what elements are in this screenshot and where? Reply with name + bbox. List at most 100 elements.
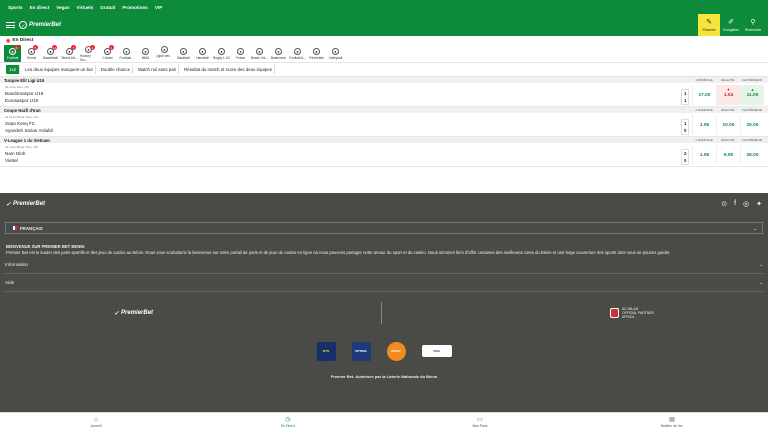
sport-icon: ● bbox=[123, 47, 130, 55]
nav-vegas[interactable]: Vegas bbox=[56, 5, 69, 10]
market-tab[interactable]: 1x2 bbox=[6, 65, 21, 74]
market-tab[interactable]: Double chance bbox=[99, 65, 134, 74]
sport-tab[interactable]: ● Football A... bbox=[289, 45, 306, 62]
register-button[interactable]: ✐ Enregistrer bbox=[720, 14, 742, 36]
nav-free[interactable]: Gratuit bbox=[100, 5, 115, 10]
search-button[interactable]: ⚲ Rechercher bbox=[742, 14, 764, 36]
odds-group: 1.05 9.00 26.00 bbox=[692, 145, 764, 165]
sport-tab[interactable]: ● Tennis 5 bbox=[23, 45, 40, 62]
nav-promotions[interactable]: Promotions bbox=[122, 5, 148, 10]
chevron-down-icon: ⌄ bbox=[759, 279, 763, 285]
odd-button[interactable]: 9.00 bbox=[716, 145, 740, 165]
chevron-down-icon: ⌄ bbox=[753, 225, 757, 231]
pencil-icon: ✎ bbox=[706, 18, 712, 26]
sport-tab[interactable]: ● MMA bbox=[137, 45, 154, 62]
sport-tab[interactable]: ● Ligue des ... bbox=[156, 45, 173, 62]
twitter-icon[interactable]: ✦ bbox=[756, 200, 762, 208]
sport-label: Fléchettes bbox=[309, 55, 324, 60]
away-team: Viettel bbox=[5, 158, 18, 163]
bottom-nav-label: En Direct bbox=[281, 424, 295, 428]
sport-count-badge: 3 bbox=[109, 45, 114, 50]
odd-button[interactable]: 10.00 bbox=[716, 115, 740, 135]
sport-tab[interactable]: ● Baseball bbox=[175, 45, 192, 62]
bottom-nav-my-bets[interactable]: ▭ Mes Paris bbox=[384, 413, 576, 432]
register-label: Enregistrer bbox=[723, 27, 739, 32]
market-tab[interactable]: Match nul sans pari bbox=[136, 65, 180, 74]
nav-vip[interactable]: VIP bbox=[155, 5, 162, 10]
menu-icon[interactable] bbox=[6, 22, 15, 28]
sport-count-badge: 7 bbox=[71, 45, 76, 50]
signup-button[interactable]: ✎ S'inscrire bbox=[698, 14, 720, 36]
match-meta: 2è mi-te Break Time • 80 bbox=[5, 145, 38, 149]
arrow-up-icon: ▲ bbox=[750, 87, 755, 92]
odd-button[interactable]: 1.05 bbox=[692, 145, 716, 165]
brand-name: PremierBet bbox=[29, 22, 62, 28]
language-select[interactable]: FRANÇAIS ⌄ bbox=[5, 222, 763, 234]
odd-button[interactable]: 25.00 bbox=[740, 115, 764, 135]
bottom-nav-label: Accueil bbox=[90, 424, 102, 428]
bottom-nav-live[interactable]: ◷ En Direct bbox=[192, 413, 384, 432]
sport-tab[interactable]: ● Beach Vol... bbox=[251, 45, 268, 62]
welcome-text: BIENVENUE SUR PREMIER BET BENIN Premier … bbox=[0, 234, 768, 256]
match-meta: 2è mi-te Sem • 82 bbox=[5, 85, 29, 89]
ac-milan-crest-icon bbox=[610, 308, 619, 318]
brand-logo[interactable]: ✓ PremierBet bbox=[19, 21, 61, 29]
live-heading: ◉ En Direct bbox=[0, 36, 768, 45]
facebook-icon[interactable]: f bbox=[734, 200, 736, 208]
sport-label: Tennis bbox=[26, 55, 37, 60]
sport-tab[interactable]: ● Handball bbox=[194, 45, 211, 62]
partners: ✓ PremierBet AC MILAN OFFICIAL PARTNER A… bbox=[0, 294, 768, 332]
receipt-icon: ▭ bbox=[477, 417, 483, 423]
sport-label: Beach Vol... bbox=[251, 55, 269, 60]
betslip-icon: ▤ bbox=[669, 417, 675, 423]
sport-tab[interactable]: ● Volleyball bbox=[327, 45, 344, 62]
live-content: ◉ En Direct ● Football 6 ● Tennis 5 ● Basketbal… bbox=[0, 36, 768, 193]
market-tab[interactable]: Les deux équipes marquent un but bbox=[23, 65, 96, 74]
sport-tab[interactable]: ● Basketball 14 bbox=[42, 45, 59, 62]
match-row[interactable]: 2è mi-te Sem • 82 Bandirmaspor U19 Eurosas… bbox=[0, 83, 768, 107]
sport-label: Basketball bbox=[43, 55, 58, 60]
logo-mark-icon: ✓ bbox=[6, 201, 12, 208]
sport-tab[interactable]: ● Rugby L.XV bbox=[213, 45, 230, 62]
sport-tab[interactable]: ● Badminton bbox=[270, 45, 287, 62]
odd-button[interactable]: 17.00 bbox=[692, 85, 716, 105]
sport-tab[interactable]: ● Hockey Sur... 4 bbox=[80, 45, 97, 62]
sport-tab[interactable]: ● Football... bbox=[118, 45, 135, 62]
odd-button[interactable]: 1.05 bbox=[692, 115, 716, 135]
sport-tab[interactable]: ● Futsal bbox=[232, 45, 249, 62]
sport-tab[interactable]: ● Fléchettes bbox=[308, 45, 325, 62]
sport-tab[interactable]: ● Cricket 3 bbox=[99, 45, 116, 62]
payment-methods: MTN OPTIMA MOOV VISA bbox=[0, 340, 768, 362]
legal-text: Premier Bet. Autorisée par la Loterie Na… bbox=[330, 374, 438, 379]
sport-icon: ● bbox=[275, 47, 282, 55]
odd-button[interactable]: ▼ 1.04 bbox=[716, 85, 740, 105]
accordion-information[interactable]: Information ⌄ bbox=[5, 256, 763, 274]
welcome-body: Premier Bet est le leader des paris spor… bbox=[6, 250, 671, 255]
nav-sports[interactable]: Sports bbox=[8, 5, 23, 10]
nav-virtuals[interactable]: Virtuels bbox=[77, 5, 94, 10]
odd-button[interactable]: ▲ 11.00 bbox=[740, 85, 764, 105]
sport-icon: ● bbox=[180, 47, 187, 55]
partner-text: AC MILAN OFFICIAL PARTNER AFRICA bbox=[622, 307, 654, 319]
sport-label: Volleyball bbox=[328, 55, 343, 60]
instagram-icon[interactable]: ◎ bbox=[743, 200, 749, 208]
sport-icon: ● bbox=[142, 47, 149, 55]
sport-tab[interactable]: ● Tennis De... 7 bbox=[61, 45, 78, 62]
league-name: Turquie Elit Ligi U19 bbox=[4, 77, 45, 83]
search-icon: ⚲ bbox=[750, 18, 756, 26]
live-clock-icon: ◷ bbox=[285, 417, 291, 423]
odd-button[interactable]: 26.00 bbox=[740, 145, 764, 165]
sport-tab[interactable]: ● Football 6 bbox=[4, 45, 21, 62]
match-row[interactable]: 2è mi-te Break Time • 80 Nam Dinh Viettel 2… bbox=[0, 143, 768, 167]
away-score: 0 bbox=[684, 158, 687, 163]
accordion-help[interactable]: Aide ⌄ bbox=[5, 274, 763, 292]
match-row[interactable]: 2è mi-te Break Time • 94 Sepa Kerej FC Aya… bbox=[0, 113, 768, 137]
odd-value: 25.00 bbox=[746, 122, 759, 128]
sport-icon: ● bbox=[294, 47, 301, 55]
nav-live[interactable]: En direct bbox=[30, 5, 50, 10]
market-tab[interactable]: Résultat du match et score des deux équi… bbox=[182, 65, 275, 74]
sport-label: Tennis De... bbox=[61, 55, 78, 60]
bottom-nav-betslip[interactable]: ▤ Bulletin de Jeu bbox=[576, 413, 768, 432]
live-icon: ◉ bbox=[6, 37, 11, 44]
bottom-nav-home[interactable]: ⌂ Accueil bbox=[0, 413, 192, 432]
